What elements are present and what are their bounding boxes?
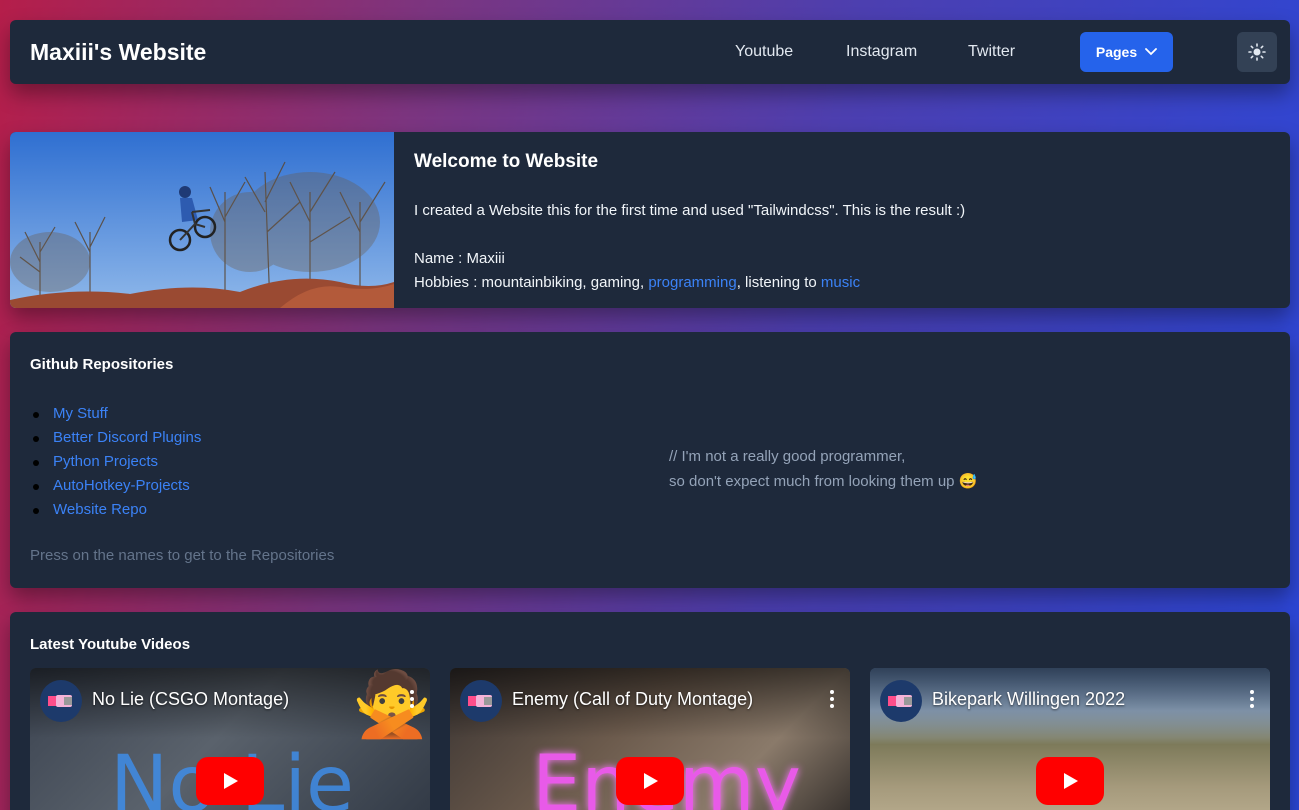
nyan-cat-icon <box>48 695 72 707</box>
videos-card: Latest Youtube Videos No Lie No Lie (CSG… <box>10 612 1290 810</box>
person-gesturing-no-emoji-icon: 🙅 <box>352 668 430 740</box>
video-title[interactable]: Enemy (Call of Duty Montage) <box>512 689 753 710</box>
nav-link-twitter[interactable]: Twitter <box>968 43 1015 61</box>
play-button[interactable] <box>616 757 684 805</box>
pages-dropdown-button[interactable]: Pages <box>1080 32 1173 72</box>
channel-avatar[interactable] <box>40 680 82 722</box>
video-title[interactable]: Bikepark Willingen 2022 <box>932 689 1125 710</box>
comment-line-1: // I'm not a really good programmer, <box>669 448 906 465</box>
repo-link-autohotkey-projects[interactable]: AutoHotkey-Projects <box>53 477 190 494</box>
sweat-smile-emoji-icon: 😅 <box>958 473 978 490</box>
welcome-title: Welcome to Website <box>414 151 599 172</box>
music-link[interactable]: music <box>821 274 860 291</box>
video-title[interactable]: No Lie (CSGO Montage) <box>92 689 289 710</box>
welcome-card: Welcome to Website I created a Website t… <box>10 132 1290 308</box>
mountainbike-jump-photo <box>10 132 394 308</box>
hobbies-line: Hobbies : mountainbiking, gaming, progra… <box>414 274 860 291</box>
site-brand[interactable]: Maxiii's Website <box>30 39 206 66</box>
list-item: My Stuff <box>30 402 201 426</box>
pages-button-label: Pages <box>1095 44 1138 60</box>
bullet-icon <box>33 484 39 490</box>
theme-toggle-button[interactable] <box>1237 32 1277 72</box>
github-section-title: Github Repositories <box>30 356 174 373</box>
play-icon <box>224 773 238 789</box>
more-options-icon[interactable] <box>830 690 836 711</box>
name-line: Name : Maxiii <box>414 250 505 267</box>
play-icon <box>644 773 658 789</box>
comment-line-2-text: so don't expect much from looking them u… <box>669 473 955 490</box>
repo-list: My Stuff Better Discord Plugins Python P… <box>30 402 201 522</box>
repo-link-website-repo[interactable]: Website Repo <box>53 501 147 518</box>
repo-link-better-discord-plugins[interactable]: Better Discord Plugins <box>53 429 201 446</box>
channel-avatar[interactable] <box>460 680 502 722</box>
channel-avatar[interactable] <box>880 680 922 722</box>
videos-section-title: Latest Youtube Videos <box>30 636 191 653</box>
list-item: Python Projects <box>30 450 201 474</box>
bullet-icon <box>33 508 39 514</box>
repo-link-python-projects[interactable]: Python Projects <box>53 453 158 470</box>
list-item: AutoHotkey-Projects <box>30 474 201 498</box>
welcome-intro: I created a Website this for the first t… <box>414 202 966 219</box>
play-button[interactable] <box>1036 757 1104 805</box>
bullet-icon <box>33 412 39 418</box>
nyan-cat-icon <box>468 695 492 707</box>
play-button[interactable] <box>196 757 264 805</box>
video-embed-enemy[interactable]: Enemy Enemy (Call of Duty Montage) <box>450 668 850 810</box>
repo-link-my-stuff[interactable]: My Stuff <box>53 405 108 422</box>
nav-link-instagram[interactable]: Instagram <box>846 43 917 61</box>
list-item: Better Discord Plugins <box>30 426 201 450</box>
list-item: Website Repo <box>30 498 201 522</box>
video-embed-no-lie[interactable]: No Lie No Lie (CSGO Montage) 🙅 <box>30 668 430 810</box>
github-card: Github Repositories My Stuff Better Disc… <box>10 332 1290 588</box>
navbar: Maxiii's Website Youtube Instagram Twitt… <box>10 20 1290 84</box>
sun-icon <box>1248 43 1266 61</box>
nav-link-youtube[interactable]: Youtube <box>735 43 793 61</box>
more-options-icon[interactable] <box>1250 690 1256 711</box>
programming-link[interactable]: programming <box>648 274 736 291</box>
play-icon <box>1064 773 1078 789</box>
nyan-cat-icon <box>888 695 912 707</box>
more-options-icon[interactable] <box>410 690 416 711</box>
bullet-icon <box>33 436 39 442</box>
bullet-icon <box>33 460 39 466</box>
hobbies-prefix: Hobbies : mountainbiking, gaming, <box>414 274 649 291</box>
chevron-down-icon <box>1145 48 1158 56</box>
comment-line-2: so don't expect much from looking them u… <box>669 472 977 490</box>
video-embed-bikepark-willingen[interactable]: Bikepark Willingen 2022 <box>870 668 1270 810</box>
repo-hint-text: Press on the names to get to the Reposit… <box>30 547 335 564</box>
hobbies-middle: , listening to <box>736 274 821 291</box>
